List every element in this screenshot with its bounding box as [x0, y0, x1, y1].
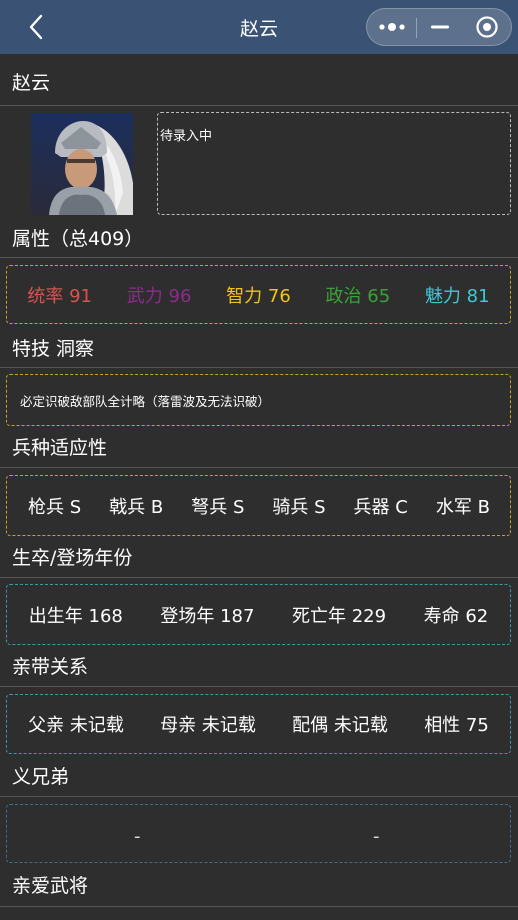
brothers-title: 义兄弟	[12, 766, 70, 788]
attributes-title: 属性（总409）	[12, 228, 144, 250]
attr-force: 武力 96	[126, 285, 192, 307]
years-row: 出生年 168 登场年 187 死亡年 229 寿命 62	[10, 584, 507, 645]
divider	[0, 686, 518, 687]
troops-row: 枪兵 S 戟兵 B 弩兵 S 骑兵 S 兵器 C 水军 B	[14, 475, 504, 536]
close-mini-program-button[interactable]	[463, 9, 511, 45]
attr-charisma: 魅力 81	[424, 285, 490, 307]
family-title: 亲带关系	[12, 656, 89, 678]
attr-politics: 政治 65	[325, 285, 391, 307]
more-dots-icon	[378, 23, 405, 31]
target-close-icon	[476, 16, 498, 38]
general-name: 赵云	[12, 72, 51, 94]
divider	[0, 105, 518, 106]
attr-intelligence: 智力 76	[226, 285, 291, 307]
skill-title: 特技 洞察	[12, 338, 95, 360]
more-button[interactable]	[367, 9, 416, 45]
divider	[0, 467, 518, 468]
attr-command: 统率 91	[27, 285, 93, 307]
years-title: 生卒/登场年份	[12, 547, 133, 569]
navigation-bar: 赵云	[0, 0, 518, 54]
death-year: 死亡年 229	[291, 605, 387, 627]
spouse: 配偶 未记载	[292, 715, 388, 736]
divider	[0, 577, 518, 578]
lifespan: 寿命 62	[423, 605, 489, 627]
attributes-row: 统率 91 武力 96 智力 76 政治 65 魅力 81	[10, 265, 507, 324]
troop-spear: 枪兵 S	[28, 496, 82, 518]
general-portrait	[31, 113, 133, 215]
troop-halberd: 戟兵 B	[109, 496, 164, 518]
debut-year: 登场年 187	[160, 605, 255, 627]
divider	[0, 257, 518, 258]
brothers-box	[6, 804, 511, 863]
birth-year: 出生年 168	[28, 605, 123, 627]
favorites-title: 亲爱武将	[12, 875, 89, 897]
minimize-icon	[431, 25, 449, 29]
brother-2: -	[373, 826, 380, 847]
mini-program-capsule	[366, 8, 512, 46]
minimize-button[interactable]	[417, 9, 463, 45]
general-description: 待录入中	[157, 112, 511, 215]
troop-crossbow: 弩兵 S	[191, 496, 245, 518]
divider	[0, 906, 518, 907]
father: 父亲 未记载	[28, 715, 124, 736]
compatibility: 相性 75	[424, 715, 489, 736]
mother: 母亲 未记载	[160, 715, 256, 736]
troop-navy: 水军 B	[435, 496, 490, 518]
divider	[0, 367, 518, 368]
divider	[0, 796, 518, 797]
skill-description: 必定识破敌部队全计略（落雷波及无法识破）	[20, 394, 271, 409]
troop-siege: 兵器 C	[353, 496, 408, 518]
brother-1: -	[134, 826, 141, 847]
family-row: 父亲 未记载 母亲 未记载 配偶 未记载 相性 75	[10, 694, 507, 754]
troops-title: 兵种适应性	[12, 437, 108, 459]
troop-cavalry: 骑兵 S	[272, 496, 326, 518]
